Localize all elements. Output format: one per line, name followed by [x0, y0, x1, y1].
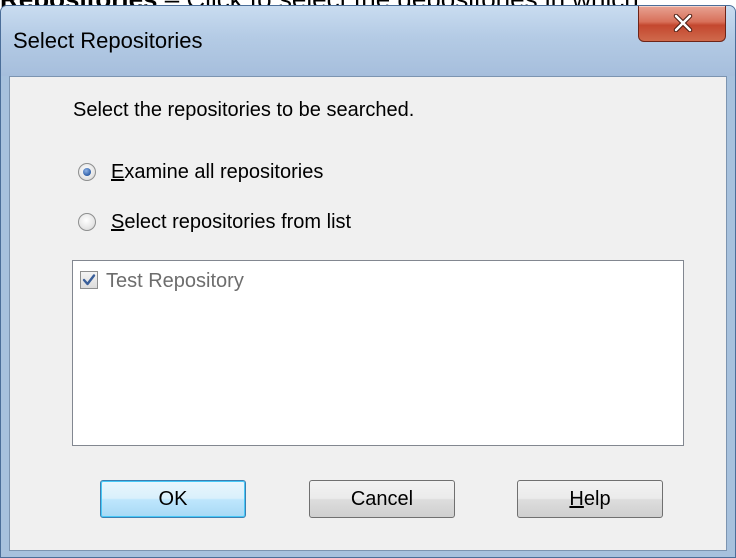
radio-button-unselected[interactable] — [78, 213, 96, 231]
help-button-label-rest: elp — [583, 488, 611, 510]
radio-select-from-list-label-rest: elect repositories from list — [124, 211, 352, 233]
radio-button-selected[interactable] — [78, 163, 96, 181]
dialog-title: Select Repositories — [13, 28, 203, 53]
radio-examine-all-label-rest: xamine all repositories — [124, 161, 324, 183]
ok-button[interactable]: OK — [100, 480, 246, 518]
cancel-button[interactable]: Cancel — [309, 480, 455, 518]
mnemonic-e: E — [111, 161, 125, 183]
repository-list[interactable]: Test Repository — [72, 260, 684, 446]
checkmark-icon — [82, 274, 96, 286]
title-bar[interactable]: Select Repositories — [1, 6, 735, 76]
help-button[interactable]: Help — [517, 480, 663, 518]
instruction-text: Select the repositories to be searched. — [73, 99, 415, 121]
close-button[interactable] — [638, 6, 726, 42]
dialog-client-area: Select the repositories to be searched. … — [9, 76, 727, 551]
mnemonic-h: H — [569, 488, 584, 510]
radio-select-from-list-label[interactable]: Select repositories from list — [111, 211, 351, 234]
mnemonic-s: S — [111, 211, 125, 233]
repository-checkbox[interactable] — [80, 271, 98, 289]
radio-examine-all-label[interactable]: Examine all repositories — [111, 161, 323, 184]
select-repositories-dialog: Select Repositories Select the repositor… — [0, 5, 736, 558]
close-x-icon — [673, 14, 693, 32]
repository-label: Test Repository — [106, 270, 244, 292]
